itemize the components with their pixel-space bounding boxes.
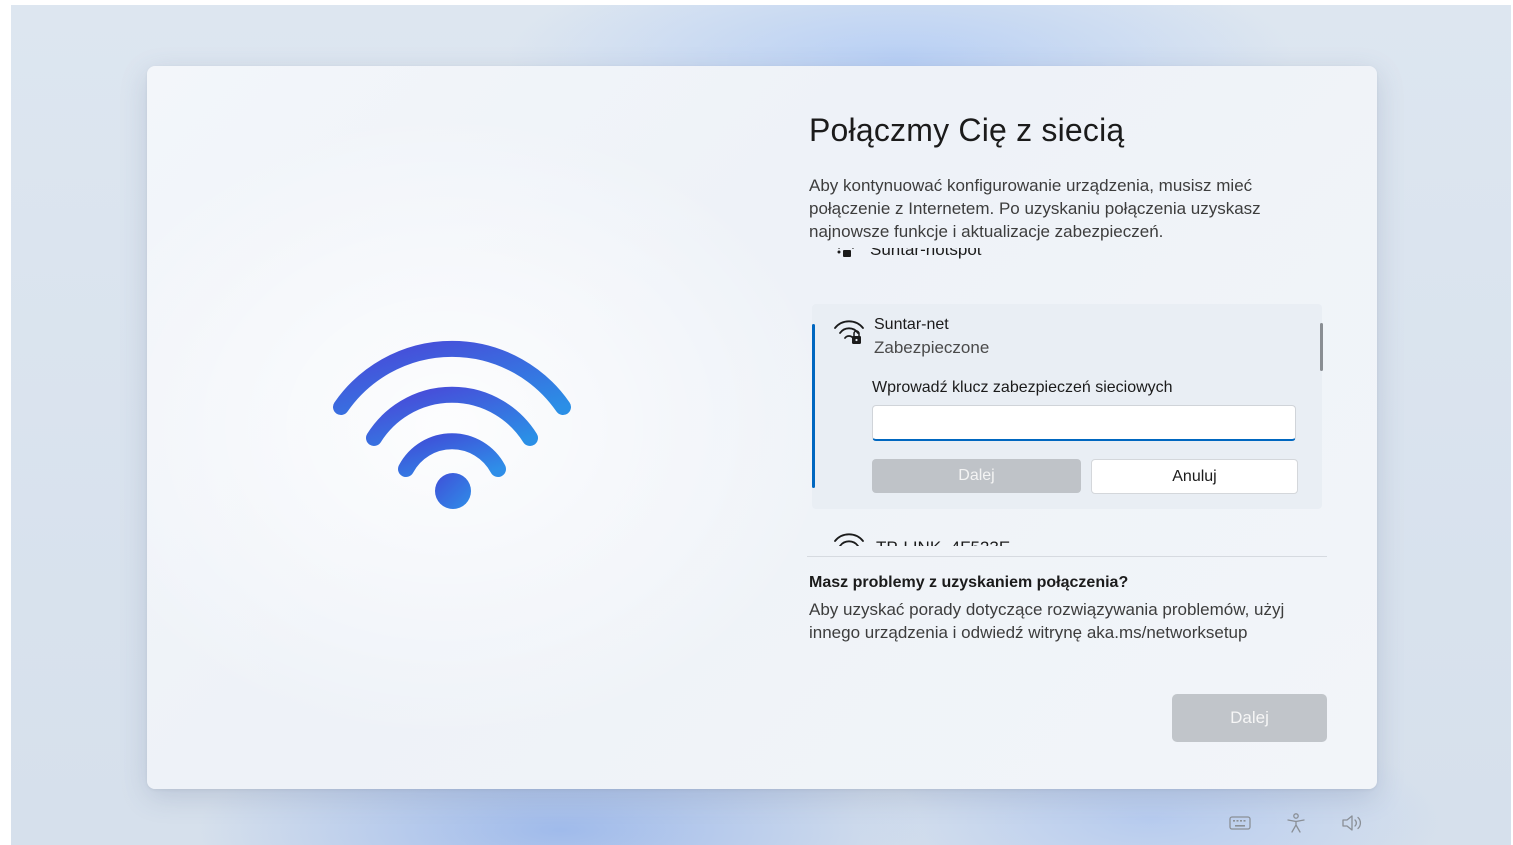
page-description: Aby kontynuować konfigurowanie urządzeni… bbox=[809, 176, 1261, 241]
page-title: Połączmy Cię z siecią bbox=[809, 112, 1125, 148]
network-name: Suntar-hotspot bbox=[870, 248, 982, 259]
help-text: Aby uzyskać porady dotyczące rozwiązywan… bbox=[809, 600, 1285, 642]
keyboard-icon[interactable] bbox=[1228, 812, 1252, 834]
volume-icon[interactable] bbox=[1340, 812, 1364, 834]
wifi-secured-icon bbox=[832, 248, 860, 265]
network-item-selected[interactable]: Suntar-net Zabezpieczone Wprowadź klucz … bbox=[812, 304, 1322, 509]
wifi-signal-icon bbox=[327, 331, 577, 521]
network-name: TP-LINK_4F523E bbox=[876, 538, 1010, 547]
screen-edge bbox=[0, 0, 11, 845]
accessibility-icon[interactable] bbox=[1284, 812, 1308, 834]
network-name: Suntar-net bbox=[874, 316, 949, 333]
network-key-input[interactable] bbox=[872, 405, 1296, 441]
network-list[interactable]: Suntar-hotspot Suntar-net Zabezpieczone bbox=[807, 248, 1327, 546]
wifi-icon bbox=[832, 530, 866, 546]
wifi-secured-icon bbox=[832, 317, 866, 352]
cancel-button[interactable]: Anuluj bbox=[1091, 459, 1298, 494]
selection-indicator bbox=[812, 324, 815, 488]
network-status: Zabezpieczone bbox=[874, 338, 990, 357]
oobe-card: Połączmy Cię z siecią Aby kontynuować ko… bbox=[147, 66, 1377, 789]
network-item[interactable]: Suntar-hotspot bbox=[832, 248, 982, 265]
network-item[interactable]: TP-LINK_4F523E bbox=[832, 530, 1010, 546]
oobe-background: Połączmy Cię z siecią Aby kontynuować ko… bbox=[0, 0, 1513, 845]
network-list-scrollbar[interactable] bbox=[1320, 323, 1323, 371]
divider bbox=[807, 556, 1327, 557]
screen-edge bbox=[0, 0, 1513, 5]
connect-next-button[interactable]: Dalej bbox=[872, 459, 1081, 493]
next-button[interactable]: Dalej bbox=[1172, 694, 1327, 742]
help-title: Masz problemy z uzyskaniem połączenia? bbox=[809, 574, 1129, 591]
network-key-label: Wprowadź klucz zabezpieczeń sieciowych bbox=[872, 379, 1173, 396]
